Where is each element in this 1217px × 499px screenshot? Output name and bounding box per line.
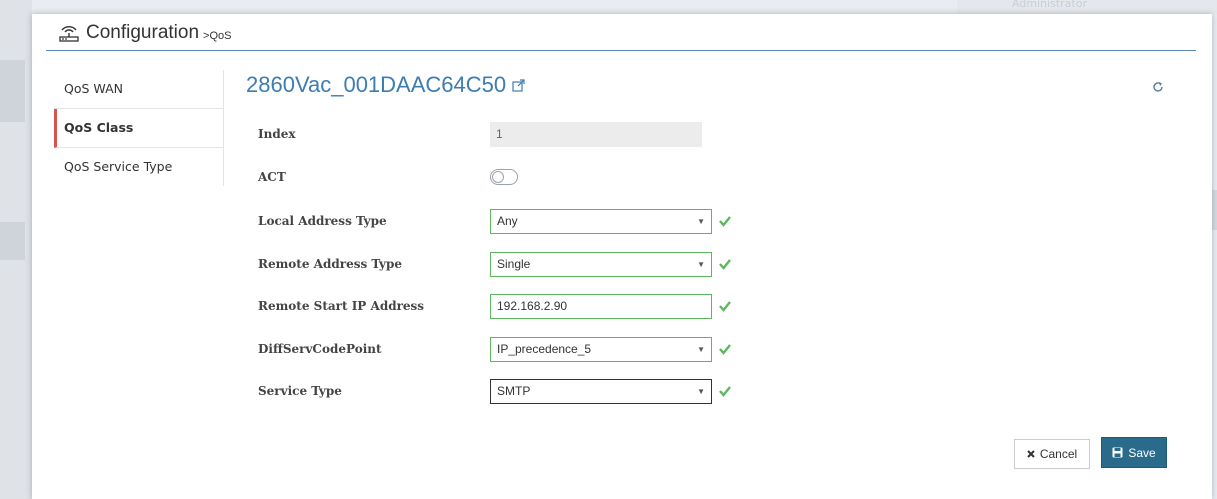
refresh-icon[interactable] [1152, 78, 1164, 97]
index-field: 1 [490, 121, 702, 147]
remote-start-ip-input[interactable]: 192.168.2.90 [490, 293, 712, 319]
remote-start-ip-label: Remote Start IP Address [258, 299, 425, 313]
select-value: Any [497, 213, 518, 228]
select-value: Single [497, 256, 531, 271]
cancel-label: Cancel [1039, 447, 1078, 461]
diffserv-label: DiffServCodePoint [258, 342, 382, 356]
sidebar-item-qos-wan[interactable]: QoS WAN [54, 70, 224, 109]
remote-address-type-label: Remote Address Type [258, 257, 403, 271]
router-icon [58, 23, 80, 43]
act-label: ACT [258, 170, 286, 184]
act-row: ACT [258, 164, 518, 190]
select-value: IP_precedence_5 [497, 341, 592, 356]
diffserv-select[interactable]: IP_precedence_5 ▼ [490, 336, 712, 362]
valid-check-icon [718, 341, 732, 360]
device-title: 2860Vac_001DAAC64C50 [246, 72, 525, 98]
service-type-label: Service Type [258, 384, 342, 398]
remote-start-ip-row: Remote Start IP Address 192.168.2.90 [258, 293, 731, 319]
remote-address-type-select[interactable]: Single ▼ [490, 251, 712, 277]
floppy-disk-icon [1112, 447, 1123, 458]
background-topbar: Administrator [957, 0, 1217, 14]
sidebar-item-label: QoS Class [64, 120, 134, 135]
sidenav-border [223, 70, 224, 186]
select-value: SMTP [497, 383, 531, 398]
page-title: Configuration [86, 22, 200, 43]
breadcrumb: >QoS [203, 30, 232, 42]
sidebar-item-label: QoS WAN [64, 81, 123, 96]
local-address-type-label: Local Address Type [258, 214, 387, 228]
sidebar-item-qos-service-type[interactable]: QoS Service Type [54, 148, 224, 186]
chevron-down-icon: ▼ [697, 344, 705, 354]
chevron-down-icon: ▼ [697, 259, 705, 269]
valid-check-icon [718, 298, 732, 317]
save-button[interactable]: Save [1101, 437, 1167, 468]
service-type-row: Service Type SMTP ▼ [258, 378, 731, 404]
index-row: Index 1 [258, 121, 702, 147]
valid-check-icon [718, 213, 732, 232]
toggle-knob [492, 171, 504, 183]
chevron-down-icon: ▼ [697, 386, 705, 396]
act-toggle[interactable] [490, 169, 518, 185]
header-divider [46, 50, 1196, 51]
diffserv-row: DiffServCodePoint IP_precedence_5 ▼ [258, 336, 731, 362]
index-label: Index [258, 127, 296, 141]
close-icon [1027, 450, 1035, 458]
external-link-icon[interactable] [512, 72, 525, 98]
service-type-select[interactable]: SMTP ▼ [490, 378, 712, 404]
chevron-down-icon: ▼ [697, 216, 705, 226]
sidebar-item-qos-class[interactable]: QoS Class [54, 109, 224, 148]
sidebar-item-label: QoS Service Type [64, 159, 173, 174]
remote-address-type-row: Remote Address Type Single ▼ [258, 251, 731, 277]
valid-check-icon [718, 256, 732, 275]
background-user-label: Administrator [1012, 0, 1087, 10]
local-address-type-select[interactable]: Any ▼ [490, 208, 712, 234]
local-address-type-row: Local Address Type Any ▼ [258, 208, 731, 234]
panel-header: Configuration >QoS [58, 20, 231, 46]
qos-sidenav: QoS WAN QoS Class QoS Service Type [54, 70, 224, 186]
valid-check-icon [718, 383, 732, 402]
background-strip [0, 60, 25, 122]
configuration-panel: Configuration >QoS QoS WAN QoS Class QoS… [32, 14, 1212, 499]
background-strip [0, 222, 25, 260]
device-name: 2860Vac_001DAAC64C50 [246, 72, 507, 97]
save-label: Save [1128, 445, 1156, 460]
cancel-button[interactable]: Cancel [1014, 439, 1090, 469]
